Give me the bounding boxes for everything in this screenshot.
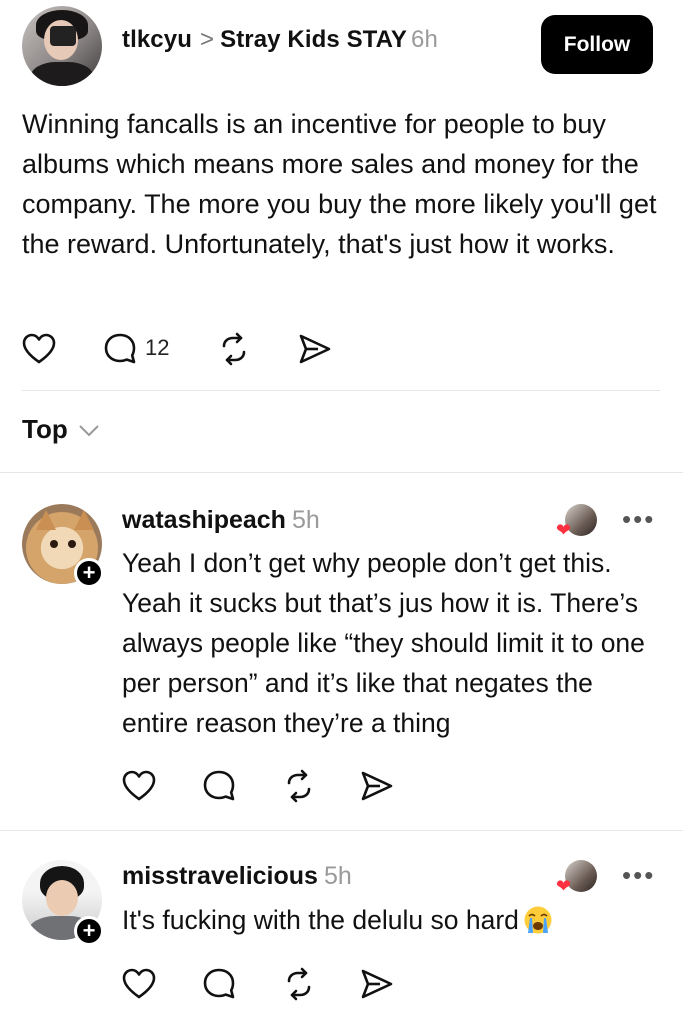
post-time: 6h <box>411 26 438 53</box>
more-options-icon[interactable]: ••• <box>622 504 655 535</box>
post-header-line: tlkcyu > Stray Kids STAY 6h <box>122 26 438 54</box>
chevron-right-icon: > <box>199 26 215 53</box>
share-icon[interactable] <box>298 333 332 365</box>
divider <box>0 830 683 831</box>
share-icon[interactable] <box>360 968 394 1000</box>
comment-icon[interactable] <box>202 967 238 1001</box>
share-icon[interactable] <box>360 770 394 802</box>
sort-dropdown[interactable]: Top <box>22 414 100 445</box>
comment-icon[interactable] <box>202 769 238 803</box>
repost-icon[interactable] <box>282 769 316 803</box>
chevron-down-icon <box>78 414 100 445</box>
community-name[interactable]: Stray Kids STAY <box>220 26 407 53</box>
comment-body: Yeah I don’t get why people don’t get th… <box>122 548 645 738</box>
post-author-avatar[interactable] <box>22 6 102 86</box>
comment-header: misstravelicious 5h <box>122 862 352 891</box>
comment-header: watashipeach 5h <box>122 506 320 535</box>
post-body: Winning fancalls is an incentive for peo… <box>22 109 657 259</box>
heart-icon[interactable] <box>22 333 56 365</box>
comment-author-name[interactable]: watashipeach <box>122 506 286 534</box>
heart-icon[interactable] <box>122 770 156 802</box>
repost-icon[interactable] <box>217 332 251 366</box>
comment-author-name[interactable]: misstravelicious <box>122 862 318 890</box>
comment-icon[interactable] <box>103 332 139 366</box>
divider <box>0 472 683 473</box>
follow-button[interactable]: Follow <box>541 15 653 74</box>
comment-body-row: It's fucking with the delulu so hard <box>122 900 662 940</box>
heart-icon[interactable] <box>122 968 156 1000</box>
post-author-name[interactable]: tlkcyu <box>122 26 192 53</box>
liked-heart-icon: ❤ <box>556 876 572 896</box>
liked-heart-icon: ❤ <box>556 520 572 540</box>
loudly-crying-face-emoji <box>523 905 553 935</box>
comment-time: 5h <box>291 506 320 534</box>
divider <box>22 390 660 391</box>
follow-plus-icon[interactable]: + <box>74 916 104 946</box>
more-options-icon[interactable]: ••• <box>622 860 655 891</box>
reply-count: 12 <box>145 335 170 360</box>
follow-plus-icon[interactable]: + <box>74 558 104 588</box>
repost-icon[interactable] <box>282 967 316 1001</box>
sort-label: Top <box>22 414 68 444</box>
comment-body: It's fucking with the delulu so hard <box>122 905 519 935</box>
comment-time: 5h <box>323 862 352 890</box>
